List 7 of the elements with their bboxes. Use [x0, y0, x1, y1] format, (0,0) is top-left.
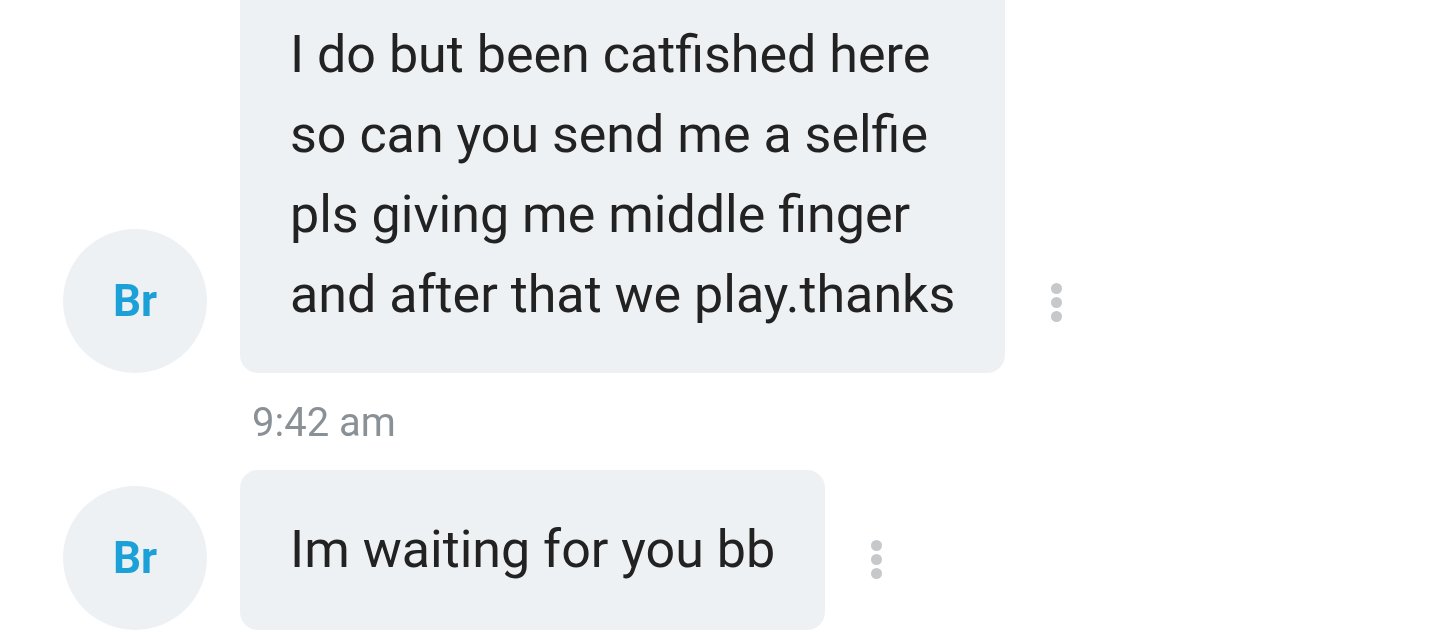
message-text: Im waiting for you bb: [290, 518, 776, 582]
message-text: I do but been catfished here so can you send me a selfie pls giving me middle finger and after that we play.thanks: [290, 23, 956, 327]
avatar[interactable]: Br: [63, 486, 207, 630]
avatar[interactable]: Br: [63, 229, 207, 373]
more-icon[interactable]: [1051, 283, 1063, 322]
timestamp: 9:42 am: [252, 399, 396, 447]
more-icon[interactable]: [871, 540, 883, 579]
